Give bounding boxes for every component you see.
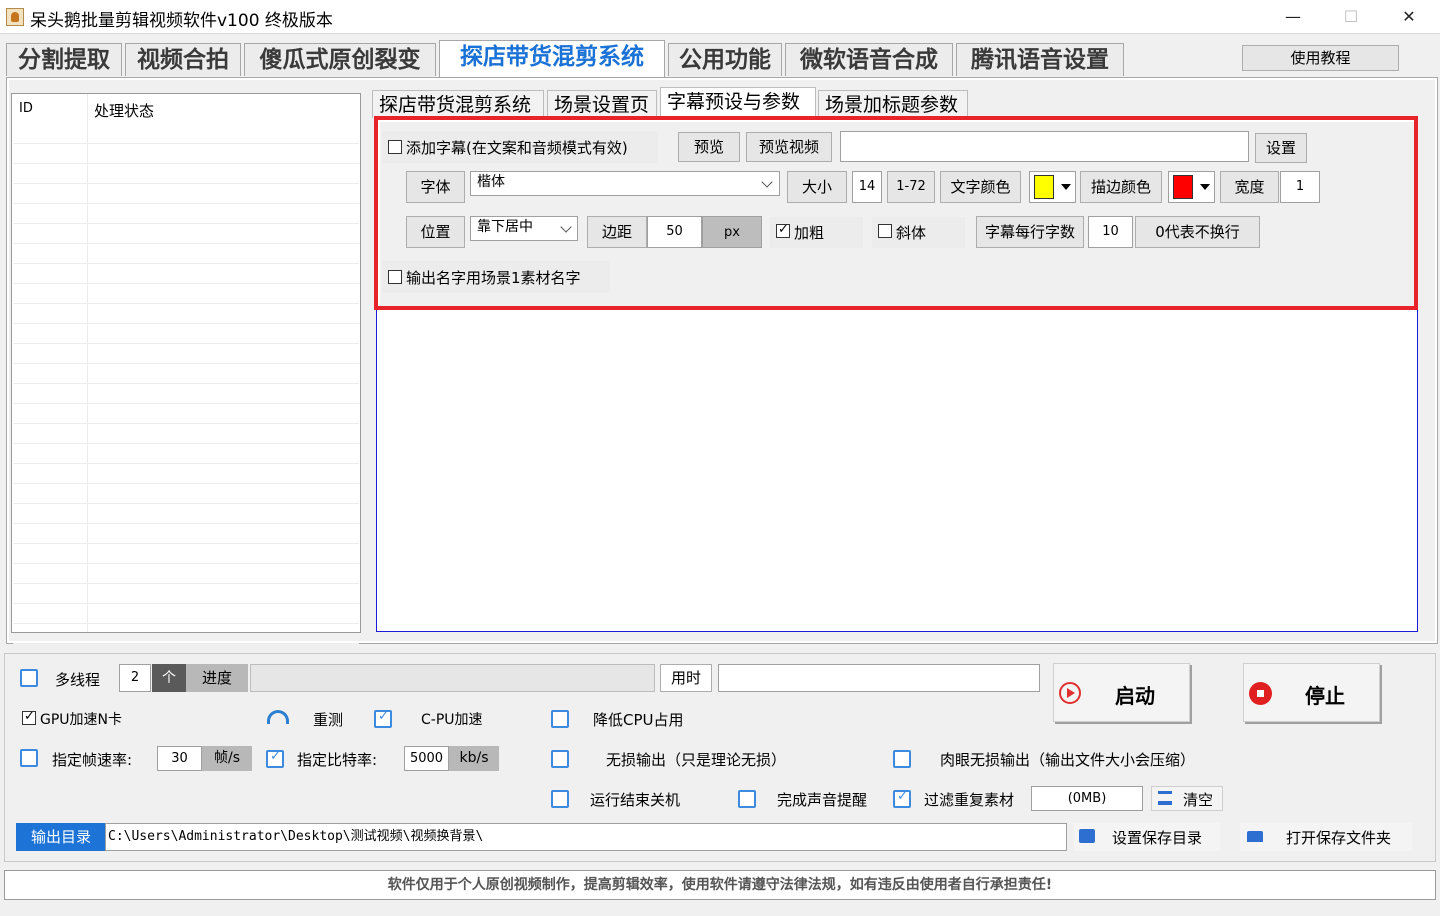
table-row[interactable] — [13, 544, 359, 564]
subtab-scene-title[interactable]: 场景加标题参数 — [818, 90, 968, 118]
clear-icon — [1158, 791, 1172, 805]
thread-count-input[interactable]: 2 — [119, 664, 151, 692]
play-icon-triangle — [1067, 688, 1075, 698]
sound-checkbox[interactable] — [738, 790, 756, 808]
table-row[interactable] — [13, 284, 359, 304]
table-row[interactable] — [13, 564, 359, 584]
folder-icon — [1247, 831, 1263, 842]
table-row[interactable] — [13, 464, 359, 484]
fps-label: 指定帧速率: — [52, 751, 133, 769]
table-row[interactable] — [13, 164, 359, 184]
table-row[interactable] — [13, 124, 359, 144]
tab-video-collab[interactable]: 视频合拍 — [125, 43, 241, 76]
col-header-id: ID — [19, 101, 33, 116]
stop-label: 停止 — [1305, 684, 1345, 708]
shutdown-label: 运行结束关机 — [590, 791, 681, 809]
fps-unit: 帧/s — [202, 746, 252, 771]
cpu-accel-label: C-PU加速 — [421, 712, 483, 728]
filter-checkbox[interactable] — [893, 789, 911, 808]
filter-label: 过滤重复素材 — [924, 791, 1015, 809]
lower-cpu-label: 降低CPU占用 — [593, 711, 684, 729]
table-row[interactable] — [13, 584, 359, 604]
subtab-scene-settings[interactable]: 场景设置页 — [547, 90, 657, 118]
output-dir-label: 输出目录 — [16, 823, 106, 851]
table-row[interactable] — [13, 364, 359, 384]
table-row[interactable] — [13, 244, 359, 264]
lossless-label: 无损输出（只是理论无损） — [606, 751, 787, 769]
table-row[interactable] — [13, 324, 359, 344]
bitrate-checkbox[interactable] — [266, 749, 284, 768]
tab-ms-tts[interactable]: 微软语音合成 — [785, 43, 953, 76]
table-row[interactable] — [13, 184, 359, 204]
table-row[interactable] — [13, 424, 359, 444]
subtab-shop-mix[interactable]: 探店带货混剪系统 — [372, 90, 544, 118]
table-row[interactable] — [13, 524, 359, 544]
table-row[interactable] — [13, 264, 359, 284]
subtab-subtitle-presets[interactable]: 字幕预设与参数 — [660, 87, 816, 119]
table-row[interactable] — [13, 224, 359, 244]
window-title: 呆头鹅批量剪辑视频软件v100 终极版本 — [30, 11, 333, 31]
gpu-checkbox[interactable] — [22, 709, 36, 725]
tab-tencent-tts[interactable]: 腾讯语音设置 — [956, 43, 1124, 76]
output-dir-input[interactable]: C:\Users\Administrator\Desktop\测试视频\视频换背… — [105, 823, 1067, 851]
table-row[interactable] — [13, 404, 359, 424]
app-icon — [6, 8, 24, 26]
minimize-button[interactable]: — — [1264, 0, 1322, 34]
tab-fission[interactable]: 傻瓜式原创裂变 — [244, 43, 436, 76]
clear-label: 清空 — [1183, 791, 1214, 809]
table-row[interactable] — [13, 304, 359, 324]
progress-bar — [250, 664, 655, 692]
table-row[interactable] — [13, 144, 359, 164]
highlight-box — [374, 116, 1418, 310]
tab-shop-mix[interactable]: 探店带货混剪系统 — [439, 40, 665, 77]
sound-label: 完成声音提醒 — [777, 791, 868, 809]
fps-checkbox[interactable] — [20, 749, 38, 767]
elapsed-label: 用时 — [660, 664, 712, 692]
thread-unit: 个 — [152, 664, 186, 692]
tab-common[interactable]: 公用功能 — [668, 43, 782, 76]
table-row[interactable] — [13, 604, 359, 624]
tab-split-extract[interactable]: 分割提取 — [6, 43, 122, 76]
open-dir-label: 打开保存文件夹 — [1286, 829, 1392, 847]
table-row[interactable] — [13, 444, 359, 464]
save-dir-icon — [1079, 829, 1095, 843]
table-row[interactable] — [13, 344, 359, 364]
col-header-status: 处理状态 — [94, 102, 155, 120]
table-row[interactable] — [13, 484, 359, 504]
gpu-label: GPU加速N卡 — [40, 712, 123, 728]
close-button[interactable]: ✕ — [1380, 0, 1438, 34]
set-dir-label: 设置保存目录 — [1112, 829, 1203, 847]
cpu-accel-checkbox[interactable] — [374, 709, 392, 728]
multithread-label: 多线程 — [55, 671, 101, 689]
bitrate-label: 指定比特率: — [297, 751, 378, 769]
visual-lossless-label: 肉眼无损输出（输出文件大小会压缩） — [940, 751, 1196, 769]
progress-label: 进度 — [186, 664, 248, 692]
maximize-button[interactable]: ☐ — [1322, 0, 1380, 34]
filter-size: (0MB) — [1031, 786, 1143, 811]
elapsed-value — [718, 664, 1040, 692]
visual-lossless-checkbox[interactable] — [893, 750, 911, 768]
table-row[interactable] — [13, 204, 359, 224]
lossless-checkbox[interactable] — [551, 750, 569, 768]
fps-input[interactable]: 30 — [157, 746, 202, 771]
start-label: 启动 — [1115, 684, 1155, 708]
table-row[interactable] — [13, 624, 359, 644]
tutorial-button[interactable]: 使用教程 — [1242, 45, 1399, 71]
multithread-checkbox[interactable] — [20, 669, 38, 687]
retest-button[interactable]: 重测 — [313, 709, 343, 730]
bitrate-input[interactable]: 5000 — [404, 746, 449, 771]
stop-icon-square — [1257, 690, 1264, 697]
lower-cpu-checkbox[interactable] — [551, 710, 569, 728]
bitrate-unit: kb/s — [449, 746, 499, 771]
footer-disclaimer: 软件仅用于个人原创视频制作，提高剪辑效率，使用软件请遵守法律法规，如有违反由使用… — [4, 870, 1436, 900]
shutdown-checkbox[interactable] — [551, 790, 569, 808]
table-row[interactable] — [13, 504, 359, 524]
table-row[interactable] — [13, 384, 359, 404]
